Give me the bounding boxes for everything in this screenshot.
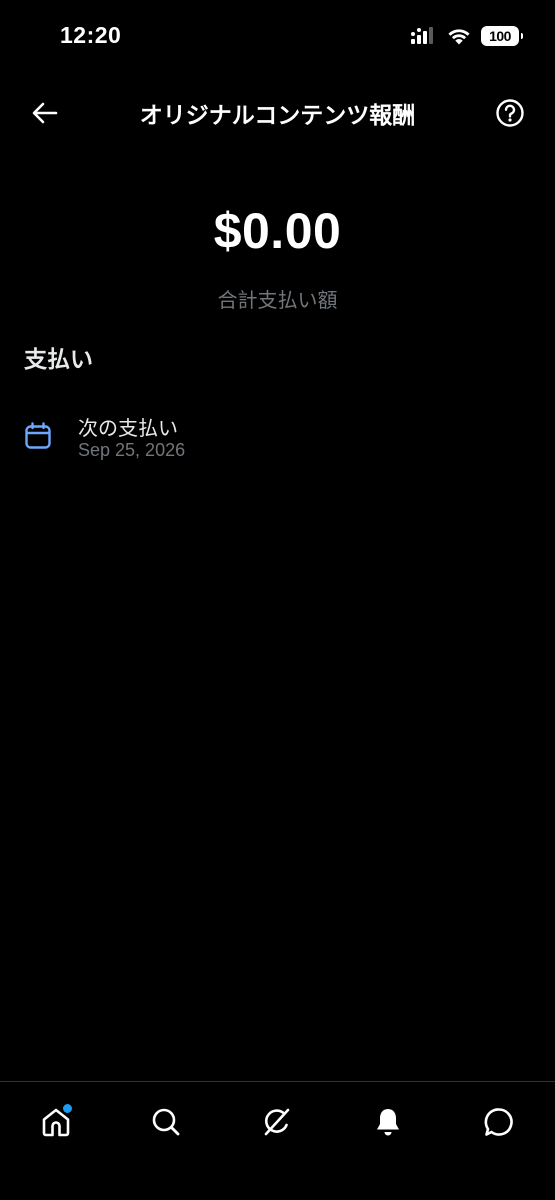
page-title: オリジナルコンテンツ報酬 bbox=[139, 103, 416, 129]
payments-section-title: 支払い bbox=[24, 347, 93, 373]
cellular-signal-icon bbox=[411, 27, 433, 44]
status-time: 12:20 bbox=[60, 22, 122, 48]
next-payment-title: 次の支払い bbox=[78, 416, 178, 440]
nav-grok[interactable] bbox=[255, 1100, 299, 1144]
message-icon bbox=[484, 1108, 513, 1136]
wifi-icon bbox=[448, 29, 470, 45]
total-amount-label: 合計支払い額 bbox=[217, 288, 338, 312]
screen: 12:20 100 オリジナルコンテンツ報酬 $0.00 合計支払い額 支払い … bbox=[0, 0, 555, 1200]
nav-search[interactable] bbox=[144, 1100, 188, 1144]
question-circle-icon bbox=[496, 99, 524, 127]
nav-messages[interactable] bbox=[477, 1100, 521, 1144]
nav-home[interactable] bbox=[34, 1100, 78, 1144]
search-icon bbox=[152, 1108, 180, 1136]
next-payment-date: Sep 25, 2026 bbox=[78, 440, 186, 460]
nav-notifications[interactable] bbox=[366, 1100, 410, 1144]
bottom-nav bbox=[0, 1081, 555, 1200]
calendar-icon bbox=[25, 422, 51, 449]
battery-icon: 100 bbox=[481, 26, 523, 46]
next-payment-item: 次の支払い Sep 25, 2026 bbox=[0, 404, 555, 470]
status-bar: 12:20 100 bbox=[0, 0, 555, 74]
help-button[interactable] bbox=[491, 94, 529, 132]
bell-icon bbox=[377, 1109, 399, 1136]
header: オリジナルコンテンツ報酬 bbox=[0, 84, 555, 142]
home-notification-dot bbox=[63, 1104, 72, 1113]
total-amount: $0.00 bbox=[213, 203, 342, 259]
battery-level: 100 bbox=[489, 28, 511, 44]
status-indicators: 100 bbox=[411, 24, 523, 48]
grok-icon bbox=[264, 1108, 290, 1136]
